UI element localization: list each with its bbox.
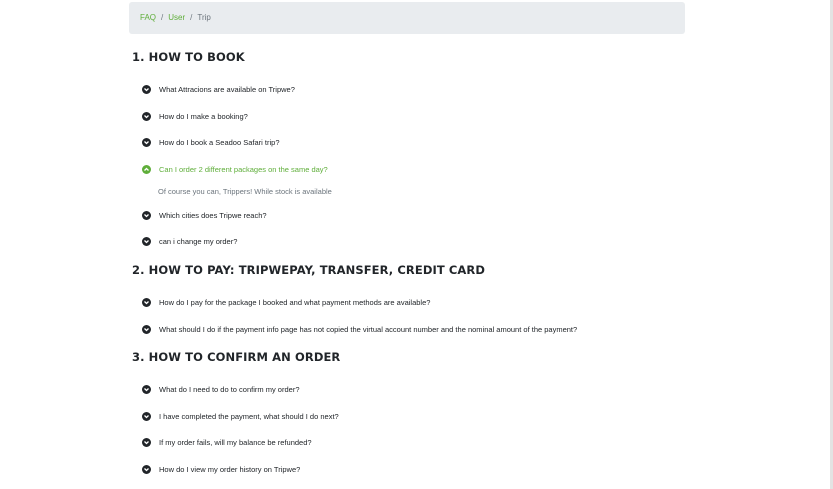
faq-question-label: How do I make a booking? xyxy=(159,112,248,121)
faq-question-label: Which cities does Tripwe reach? xyxy=(159,211,267,220)
chevron-down-icon xyxy=(142,138,151,147)
chevron-down-icon xyxy=(142,465,151,474)
faq-question-label: How do I pay for the package I booked an… xyxy=(159,298,431,307)
faq-question-label: How do I book a Seadoo Safari trip? xyxy=(159,138,280,147)
section-title-how-to-book: 1. HOW TO BOOK xyxy=(132,50,245,64)
section-title-how-to-pay: 2. HOW TO PAY: TRIPWEPAY, TRANSFER, CRED… xyxy=(132,263,486,277)
chevron-down-icon xyxy=(142,412,151,421)
chevron-down-icon xyxy=(142,325,151,334)
chevron-down-icon xyxy=(142,298,151,307)
faq-content: 1. HOW TO BOOK What Attracions are avail… xyxy=(129,0,685,489)
chevron-down-icon xyxy=(142,85,151,94)
chevron-down-icon xyxy=(142,385,151,394)
faq-question[interactable]: I have completed the payment, what shoul… xyxy=(142,412,339,421)
faq-question[interactable]: How do I view my order history on Tripwe… xyxy=(142,465,300,474)
faq-question-label: What do I need to do to confirm my order… xyxy=(159,385,300,394)
faq-question-expanded[interactable]: Can I order 2 different packages on the … xyxy=(142,165,328,174)
section-title-how-to-confirm: 3. HOW TO CONFIRM AN ORDER xyxy=(132,350,341,364)
faq-question-label: Can I order 2 different packages on the … xyxy=(159,165,328,174)
faq-question[interactable]: Which cities does Tripwe reach? xyxy=(142,211,267,220)
faq-question[interactable]: How do I book a Seadoo Safari trip? xyxy=(142,138,280,147)
faq-question-label: can i change my order? xyxy=(159,237,238,246)
faq-question[interactable]: How do I make a booking? xyxy=(142,112,248,121)
faq-question[interactable]: What should I do if the payment info pag… xyxy=(142,325,577,334)
faq-question-label: If my order fails, will my balance be re… xyxy=(159,438,312,447)
chevron-down-icon xyxy=(142,438,151,447)
faq-question[interactable]: What do I need to do to confirm my order… xyxy=(142,385,300,394)
faq-question[interactable]: can i change my order? xyxy=(142,237,237,246)
faq-question[interactable]: What Attracions are available on Tripwe? xyxy=(142,85,295,94)
chevron-down-icon xyxy=(142,237,151,246)
chevron-down-icon xyxy=(142,211,151,220)
chevron-up-icon xyxy=(142,165,151,174)
faq-question[interactable]: How do I pay for the package I booked an… xyxy=(142,298,430,307)
faq-question[interactable]: If my order fails, will my balance be re… xyxy=(142,438,312,447)
chevron-down-icon xyxy=(142,112,151,121)
faq-question-label: How do I view my order history on Tripwe… xyxy=(159,465,301,474)
faq-question-label: What should I do if the payment info pag… xyxy=(159,325,578,334)
faq-answer: Of course you can, Trippers! While stock… xyxy=(158,187,332,196)
faq-question-label: What Attracions are available on Tripwe? xyxy=(159,85,295,94)
faq-question-label: I have completed the payment, what shoul… xyxy=(159,412,339,421)
